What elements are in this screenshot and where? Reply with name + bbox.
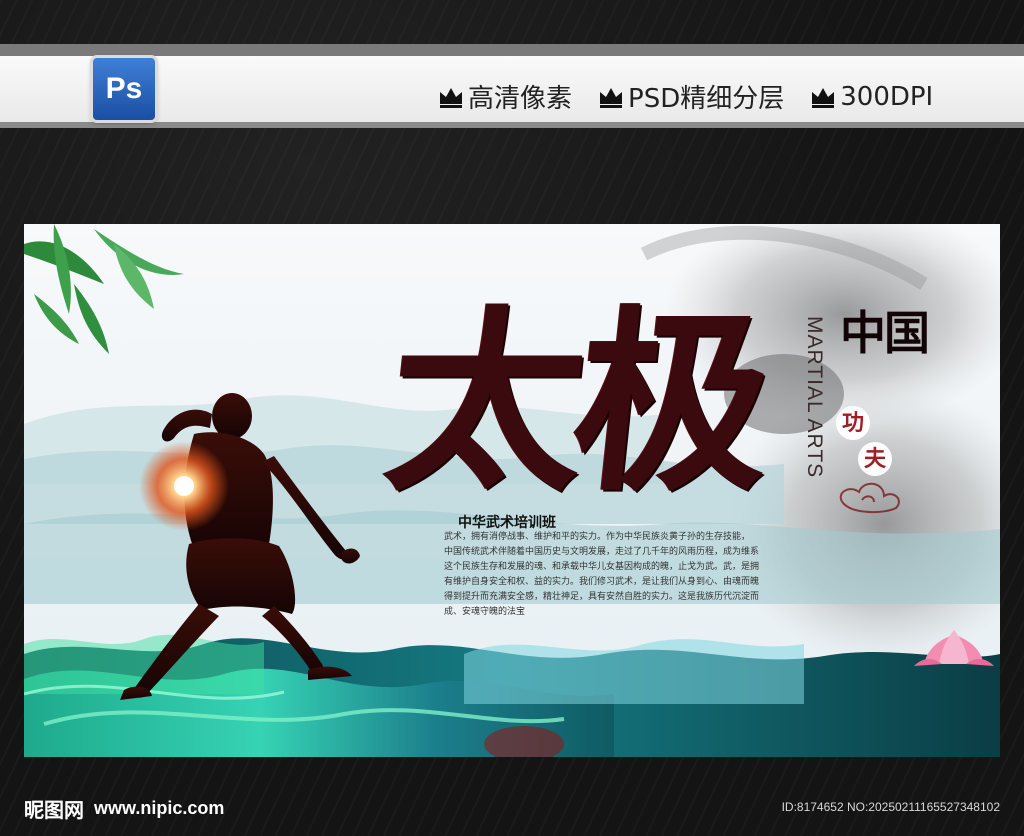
feature-item: 300DPI — [810, 82, 933, 112]
footer-url[interactable]: www.nipic.com — [94, 798, 224, 819]
crown-icon — [600, 87, 623, 108]
poster-paragraph: 武术，拥有消停战事、维护和平的实力。作为中华民族炎黄子孙的生存技能， 中国传统武… — [444, 530, 794, 630]
paragraph-line: 得到提升而充满安全感，精壮神足，具有安然自胜的实力。这是我族历代沉淀而 — [444, 592, 760, 602]
feature-item: PSD精细分层 — [598, 78, 784, 115]
paragraph-line: 成、安魂守魄的法宝 — [444, 607, 526, 617]
poster-image: 太极 中国 MARTIAL ARTS 功 夫 中华武术培训班 武术，拥有消停战事… — [24, 224, 1000, 757]
crown-icon — [812, 87, 835, 108]
footer-id: ID:8174652 NO:20250211165527348102 — [781, 800, 1000, 814]
martial-arts-label: MARTIAL ARTS — [803, 316, 826, 479]
header-top-strip — [0, 44, 1024, 56]
feature-item: 高清像素 — [438, 78, 572, 115]
photoshop-icon: Ps — [93, 58, 155, 120]
feature-label: PSD精细分层 — [628, 84, 785, 114]
paragraph-line: 中国传统武术伴随着中国历史与文明发展，走过了几千年的风雨历程，成为维系 — [444, 547, 760, 557]
feature-list: 高清像素 PSD精细分层 300DPI — [438, 78, 933, 115]
paragraph-line: 这个民族生存和发展的魂、和承载中华儿女基因构成的魄，止戈为武。武，是拥 — [444, 562, 760, 572]
kungfu-seal-2: 夫 — [858, 442, 892, 476]
paragraph-line: 武术，拥有消停战事、维护和平的实力。作为中华民族炎黄子孙的生存技能， — [444, 532, 751, 542]
footer-brand: 昵图网 — [24, 797, 84, 822]
kungfu-seal-1: 功 — [836, 406, 870, 440]
china-calligraphy: 中国 — [840, 306, 930, 360]
crown-icon — [440, 87, 462, 108]
feature-label: 高清像素 — [468, 84, 573, 114]
poster-title: 太极 — [376, 288, 774, 518]
paragraph-line: 有维护自身安全和权、益的实力。我们修习武术，是让我们从身到心、由魂而魄 — [444, 577, 760, 587]
footer-watermark: 昵图网 www.nipic.com — [24, 796, 224, 822]
feature-label: 300DPI — [840, 81, 934, 112]
